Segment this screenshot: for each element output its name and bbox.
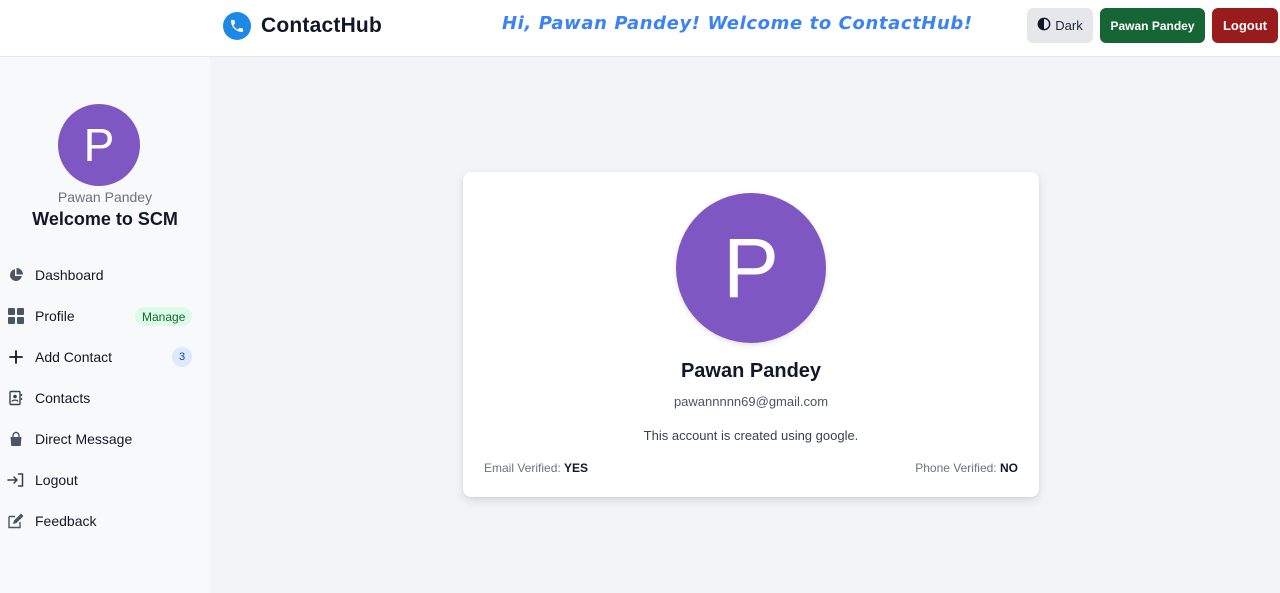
sidebar-item-label: Logout <box>35 472 78 488</box>
sidebar-item-label: Add Contact <box>35 349 113 365</box>
logout-icon <box>7 471 25 489</box>
grid-icon <box>7 307 25 325</box>
sidebar-item-label: Contacts <box>35 390 91 406</box>
sidebar-item-feedback[interactable]: Feedback <box>0 506 200 536</box>
sidebar: P Pawan Pandey Welcome to SCM Dashboard … <box>0 57 210 593</box>
phone-verified-status: Phone Verified: NO <box>915 461 1018 475</box>
profile-avatar: P <box>676 193 826 343</box>
edit-icon <box>7 512 25 530</box>
phone-icon <box>223 12 251 40</box>
address-book-icon <box>7 389 25 407</box>
sidebar-welcome: Welcome to SCM <box>32 209 178 229</box>
sidebar-item-profile[interactable]: Profile Manage <box>0 301 200 331</box>
logout-button[interactable]: Logout <box>1212 8 1278 43</box>
user-profile-button[interactable]: Pawan Pandey <box>1100 8 1205 43</box>
sidebar-avatar[interactable]: P <box>58 104 140 186</box>
phone-verified-label: Phone Verified: <box>915 461 997 475</box>
profile-email: pawannnnn69@gmail.com <box>673 394 829 409</box>
profile-name: Pawan Pandey <box>680 360 822 382</box>
sidebar-item-label: Direct Message <box>35 431 133 447</box>
email-verified-status: Email Verified: YES <box>484 461 588 475</box>
welcome-message: Hi, Pawan Pandey! Welcome to ContactHub! <box>502 13 973 34</box>
plus-icon <box>7 348 25 366</box>
brand-name: ContactHub <box>261 14 382 37</box>
dark-mode-label: Dark <box>1055 18 1083 33</box>
pie-chart-icon <box>7 266 25 284</box>
sidebar-item-contacts[interactable]: Contacts <box>0 383 200 413</box>
sidebar-item-logout[interactable]: Logout <box>0 465 200 495</box>
top-navbar: ContactHub Hi, Pawan Pandey! Welcome to … <box>0 0 1280 57</box>
half-circle-icon <box>1037 17 1051 34</box>
count-badge: 3 <box>172 347 192 367</box>
brand[interactable]: ContactHub <box>223 12 382 40</box>
email-verified-label: Email Verified: <box>484 461 561 475</box>
sidebar-item-label: Feedback <box>35 513 97 529</box>
sidebar-item-dashboard[interactable]: Dashboard <box>0 260 200 290</box>
account-provider-note: This account is created using google. <box>643 428 859 443</box>
dark-mode-toggle[interactable]: Dark <box>1027 8 1093 43</box>
sidebar-item-add-contact[interactable]: Add Contact 3 <box>0 342 200 372</box>
email-verified-value: YES <box>564 461 589 475</box>
sidebar-user-name: Pawan Pandey <box>57 189 153 205</box>
sidebar-item-direct-message[interactable]: Direct Message <box>0 424 200 454</box>
profile-card: P Pawan Pandey pawannnnn69@gmail.com Thi… <box>463 172 1039 497</box>
sidebar-item-label: Dashboard <box>35 267 104 283</box>
phone-verified-value: NO <box>1000 461 1018 475</box>
bag-icon <box>7 430 25 448</box>
manage-badge: Manage <box>135 307 193 326</box>
sidebar-item-label: Profile <box>35 308 75 324</box>
